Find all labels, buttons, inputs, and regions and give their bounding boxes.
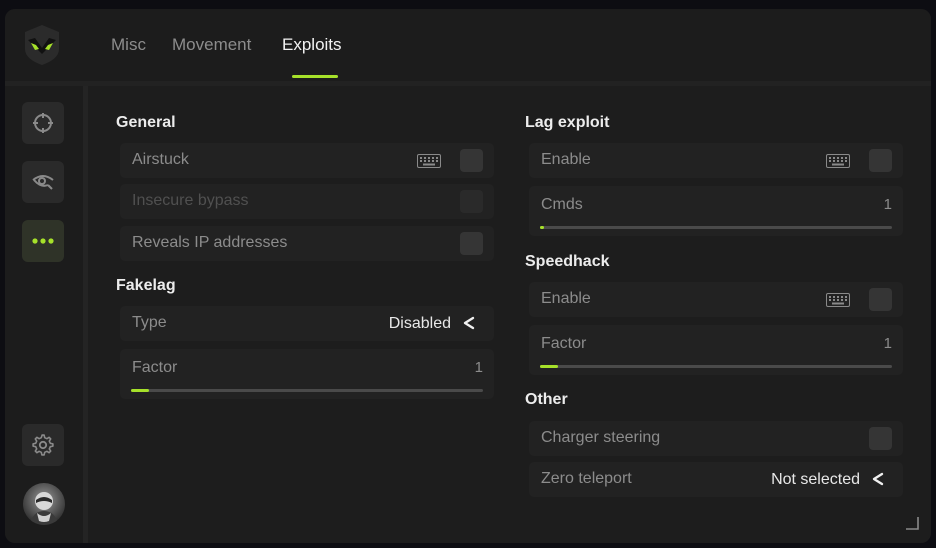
- option-label: Enable: [541, 290, 591, 307]
- fakelag-type-value[interactable]: Disabled: [389, 315, 451, 333]
- option-zero-teleport[interactable]: Zero teleport Not selected: [529, 462, 903, 497]
- option-label: Zero teleport: [541, 470, 632, 487]
- active-tab-indicator: [292, 75, 338, 78]
- tab-misc[interactable]: Misc: [111, 35, 146, 55]
- charger-steering-checkbox[interactable]: [869, 427, 892, 450]
- fakelag-factor-slider[interactable]: Factor 1: [120, 349, 494, 399]
- slider-fill: [540, 226, 544, 229]
- section-title-other: Other: [525, 391, 568, 408]
- crosshair-icon: [33, 113, 53, 133]
- lag-exploit-enable-checkbox[interactable]: [869, 149, 892, 172]
- zero-teleport-value[interactable]: Not selected: [771, 471, 860, 489]
- resize-handle-icon[interactable]: [905, 516, 919, 530]
- section-title-general: General: [116, 114, 176, 131]
- lag-exploit-cmds-slider[interactable]: Cmds 1: [529, 186, 903, 236]
- gear-icon: [32, 434, 54, 456]
- sidebar: [5, 86, 83, 543]
- option-label: Insecure bypass: [132, 192, 249, 209]
- user-avatar[interactable]: [23, 483, 65, 525]
- option-label: Type: [132, 314, 167, 331]
- section-title-fakelag: Fakelag: [116, 277, 176, 294]
- more-dots-icon: [32, 238, 54, 244]
- slider-label: Factor: [132, 359, 178, 376]
- slider-fill: [540, 365, 558, 368]
- speedhack-enable-checkbox[interactable]: [869, 288, 892, 311]
- option-reveals-ip[interactable]: Reveals IP addresses: [120, 226, 494, 261]
- slider-label: Factor: [541, 335, 587, 352]
- slider-label: Cmds: [541, 196, 583, 213]
- airstuck-checkbox[interactable]: [460, 149, 483, 172]
- tab-exploits[interactable]: Exploits: [282, 35, 342, 55]
- slider-value: 1: [883, 196, 892, 213]
- main-content: General Airstuck Insecure bypass Reveals…: [88, 86, 931, 543]
- speedhack-factor-slider[interactable]: Factor 1: [529, 325, 903, 375]
- section-title-lag-exploit: Lag exploit: [525, 114, 610, 131]
- keyboard-icon[interactable]: [826, 293, 850, 307]
- keyboard-icon[interactable]: [417, 154, 441, 168]
- cheat-menu-window: Misc Movement Exploits General Airstuck …: [5, 9, 931, 543]
- sidebar-item-settings[interactable]: [22, 424, 64, 466]
- sidebar-item-visuals[interactable]: [22, 161, 64, 203]
- option-charger-steering[interactable]: Charger steering: [529, 421, 903, 456]
- sidebar-item-aimbot[interactable]: [22, 102, 64, 144]
- option-speedhack-enable[interactable]: Enable: [529, 282, 903, 317]
- tab-movement[interactable]: Movement: [172, 35, 251, 55]
- sidebar-item-exploits[interactable]: [22, 220, 64, 262]
- option-lag-exploit-enable[interactable]: Enable: [529, 143, 903, 178]
- slider-fill: [131, 389, 149, 392]
- option-label: Reveals IP addresses: [132, 234, 288, 251]
- insecure-bypass-checkbox[interactable]: [460, 190, 483, 213]
- eye-icon: [32, 175, 54, 190]
- chevron-left-icon[interactable]: [462, 316, 476, 330]
- option-label: Charger steering: [541, 429, 661, 446]
- option-fakelag-type[interactable]: Type Disabled: [120, 306, 494, 341]
- avatar-image: [29, 492, 59, 525]
- option-label: Airstuck: [132, 151, 189, 168]
- logo-icon: [25, 25, 59, 65]
- option-insecure-bypass[interactable]: Insecure bypass: [120, 184, 494, 219]
- chevron-left-icon[interactable]: [871, 472, 885, 486]
- slider-track[interactable]: [540, 226, 892, 229]
- section-title-speedhack: Speedhack: [525, 253, 610, 270]
- option-airstuck[interactable]: Airstuck: [120, 143, 494, 178]
- slider-track[interactable]: [540, 365, 892, 368]
- option-label: Enable: [541, 151, 591, 168]
- slider-value: 1: [474, 359, 483, 376]
- header-bar: Misc Movement Exploits: [5, 9, 931, 81]
- slider-track[interactable]: [131, 389, 483, 392]
- reveals-ip-checkbox[interactable]: [460, 232, 483, 255]
- keyboard-icon[interactable]: [826, 154, 850, 168]
- slider-value: 1: [883, 335, 892, 352]
